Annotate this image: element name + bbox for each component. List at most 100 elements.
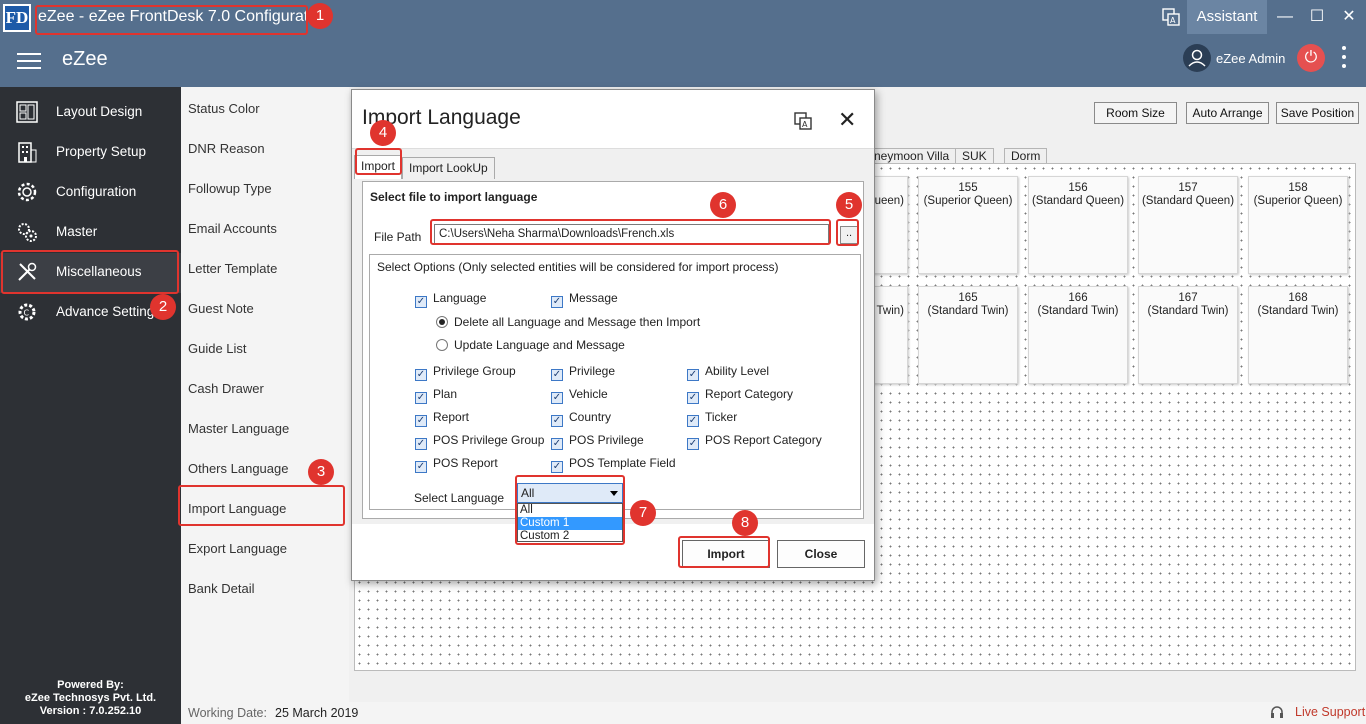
checkbox-label: Privilege Group — [433, 364, 516, 378]
submenu-item-guide-list[interactable]: Guide List — [188, 341, 247, 356]
submenu-item-status-color[interactable]: Status Color — [188, 101, 260, 116]
powered-by-label: Powered By: — [57, 679, 124, 691]
room-number: 166 — [1068, 292, 1088, 304]
annotation-badge: 3 — [308, 459, 334, 485]
close-window-button[interactable]: ✕ — [1334, 0, 1364, 34]
ticker-checkbox[interactable]: ✓ Ticker — [687, 411, 737, 427]
checkbox-label: Plan — [433, 387, 458, 401]
room-number: 157 — [1178, 182, 1198, 194]
brand-name: eZee — [62, 48, 108, 70]
annotation-badge: 5 — [836, 192, 862, 218]
translate-icon[interactable]: A — [794, 112, 812, 130]
annotation-highlight — [35, 5, 308, 35]
room-tile[interactable]: 167 (Standard Twin) — [1138, 286, 1238, 384]
report-category-checkbox[interactable]: ✓ Report Category — [687, 388, 793, 404]
sidebar-item-label: Property Setup — [56, 144, 147, 159]
pos-template-field-checkbox[interactable]: ✓ POS Template Field — [551, 457, 676, 473]
pos-privilege-group-checkbox[interactable]: ✓ POS Privilege Group — [415, 434, 544, 450]
update-language-radio[interactable]: Update Language and Message — [436, 339, 625, 352]
room-number: 167 — [1178, 292, 1198, 304]
room-number: 165 — [958, 292, 978, 304]
submenu-item-bank-detail[interactable]: Bank Detail — [188, 581, 254, 596]
room-number: 156 — [1068, 182, 1088, 194]
report-checkbox[interactable]: ✓ Report — [415, 411, 469, 427]
submenu-item-master-language[interactable]: Master Language — [188, 421, 289, 436]
options-title: Select Options (Only selected entities w… — [377, 260, 779, 274]
sidebar-item-master[interactable]: Master — [0, 213, 181, 253]
maximize-button[interactable]: ☐ — [1302, 0, 1332, 34]
room-type: (Superior Queen) — [1253, 195, 1343, 207]
submenu-item-dnr-reason[interactable]: DNR Reason — [188, 141, 265, 156]
room-type: (Standard Queen) — [1031, 195, 1125, 207]
message-checkbox[interactable]: ✓ Message — [551, 292, 618, 308]
room-tile[interactable]: 165 (Standard Twin) — [918, 286, 1018, 384]
more-options-icon[interactable] — [1336, 46, 1352, 74]
sidebar-item-label: Master — [56, 224, 98, 239]
room-tab-suk[interactable]: SUK — [955, 148, 994, 164]
vehicle-checkbox[interactable]: ✓ Vehicle — [551, 388, 608, 404]
submenu-item-guest-note[interactable]: Guest Note — [188, 301, 254, 316]
room-number: 168 — [1288, 292, 1308, 304]
checkbox-label: Message — [569, 291, 618, 305]
sidebar-item-layout-design[interactable]: Layout Design — [0, 93, 181, 133]
country-checkbox[interactable]: ✓ Country — [551, 411, 611, 427]
submenu-item-export-language[interactable]: Export Language — [188, 541, 287, 556]
checkbox-label: POS Privilege Group — [433, 433, 545, 447]
submenu-item-cash-drawer[interactable]: Cash Drawer — [188, 381, 264, 396]
assistant-button[interactable]: Assistant — [1187, 0, 1267, 34]
room-number: 158 — [1288, 182, 1308, 194]
section-title: Select file to import language — [370, 190, 538, 204]
pos-report-checkbox[interactable]: ✓ POS Report — [415, 457, 498, 473]
language-checkbox[interactable]: ✓ Language — [415, 292, 486, 308]
submenu-item-followup-type[interactable]: Followup Type — [188, 181, 272, 196]
submenu-item-others-language[interactable]: Others Language — [188, 461, 288, 476]
sidebar-item-configuration[interactable]: Configuration — [0, 173, 181, 213]
room-tile[interactable]: 158 (Superior Queen) — [1248, 176, 1348, 274]
room-tile[interactable]: 157 (Standard Queen) — [1138, 176, 1238, 274]
tab-import-lookup[interactable]: Import LookUp — [402, 157, 495, 179]
select-options-group: Select Options (Only selected entities w… — [369, 254, 861, 510]
minimize-button[interactable]: — — [1270, 0, 1300, 34]
room-tile[interactable]: 156 (Standard Queen) — [1028, 176, 1128, 274]
power-icon[interactable]: ⏻ — [1297, 44, 1325, 72]
room-tile[interactable]: 166 (Standard Twin) — [1028, 286, 1128, 384]
dialog-close-icon[interactable]: ✕ — [838, 107, 856, 133]
svg-text:A: A — [802, 120, 808, 129]
pos-privilege-checkbox[interactable]: ✓ POS Privilege — [551, 434, 644, 450]
radio-icon — [436, 339, 448, 351]
app-logo-icon: FD — [3, 4, 31, 32]
submenu: Status Color DNR Reason Followup Type Em… — [181, 87, 349, 724]
dialog-tab-area: Import Import LookUp Select file to impo… — [352, 148, 874, 524]
pos-report-category-checkbox[interactable]: ✓ POS Report Category — [687, 434, 822, 450]
user-avatar-icon[interactable] — [1183, 44, 1211, 72]
sidebar-item-label: Layout Design — [56, 104, 143, 119]
privilege-group-checkbox[interactable]: ✓ Privilege Group — [415, 365, 516, 381]
submenu-item-letter-template[interactable]: Letter Template — [188, 261, 277, 276]
radio-label: Delete all Language and Message then Imp… — [454, 315, 701, 329]
room-size-button[interactable]: Room Size — [1094, 102, 1177, 124]
checkbox-label: Privilege — [569, 364, 616, 378]
ability-level-checkbox[interactable]: ✓ Ability Level — [687, 365, 769, 381]
company-name: eZee Technosys Pvt. Ltd. — [24, 692, 157, 704]
submenu-item-email-accounts[interactable]: Email Accounts — [188, 221, 277, 236]
room-tile[interactable]: 168 (Standard Twin) — [1248, 286, 1348, 384]
room-tab-dorm[interactable]: Dorm — [1004, 148, 1048, 164]
sidebar-item-label: Configuration — [56, 184, 137, 199]
live-support-link[interactable]: Live Support — [1295, 705, 1365, 719]
delete-then-import-radio[interactable]: Delete all Language and Message then Imp… — [436, 316, 700, 329]
auto-arrange-button[interactable]: Auto Arrange — [1186, 102, 1269, 124]
save-position-button[interactable]: Save Position — [1276, 102, 1359, 124]
user-name[interactable]: eZee Admin — [1216, 51, 1285, 66]
privilege-checkbox[interactable]: ✓ Privilege — [551, 365, 615, 381]
building-icon — [18, 142, 37, 163]
version-label: Version : 7.0.252.10 — [39, 705, 142, 717]
plan-checkbox[interactable]: ✓ Plan — [415, 388, 457, 404]
sidebar-item-property-setup[interactable]: Property Setup — [0, 133, 181, 173]
hamburger-menu-icon[interactable] — [17, 53, 41, 69]
gears-icon — [18, 223, 37, 242]
room-type: (Standard Twin) — [1147, 305, 1229, 317]
room-tile[interactable]: 155 (Superior Queen) — [918, 176, 1018, 274]
room-tab-honeymoon-villa[interactable]: neymoon Villa — [867, 148, 957, 164]
translate-icon[interactable]: A — [1162, 8, 1180, 26]
close-button[interactable]: Close — [777, 540, 865, 568]
